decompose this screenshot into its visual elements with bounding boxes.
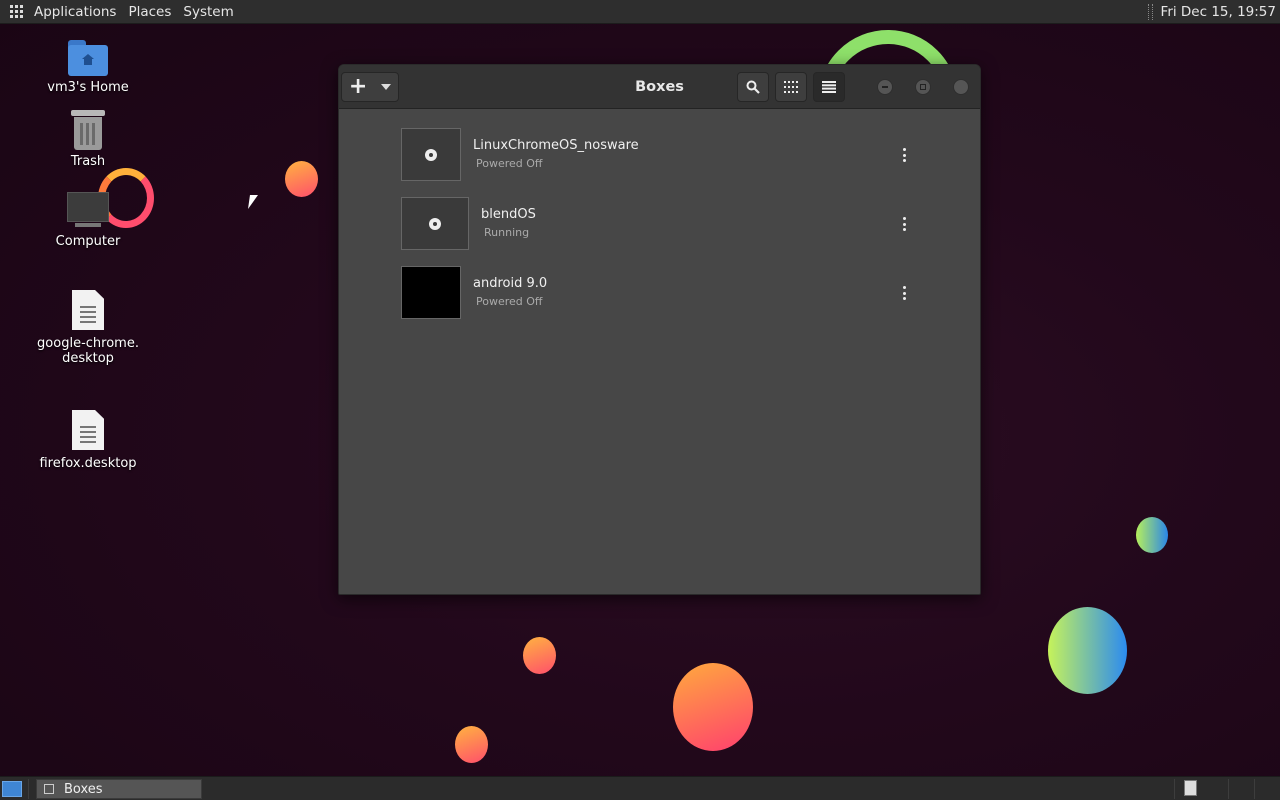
vm-list-item[interactable]: blendOS Running bbox=[401, 197, 921, 251]
vm-list-item[interactable]: LinuxChromeOS_nosware Powered Off bbox=[401, 128, 921, 182]
desktop-icon-firefox-desktop[interactable]: firefox.desktop bbox=[28, 410, 148, 471]
maximize-icon bbox=[920, 84, 926, 90]
clock[interactable]: Fri Dec 15, 19:57 bbox=[1161, 4, 1280, 20]
vm-state: Running bbox=[484, 226, 530, 239]
search-icon bbox=[746, 80, 760, 94]
desktop-icon-label: Trash bbox=[70, 154, 106, 169]
vm-menu-button[interactable] bbox=[900, 284, 908, 302]
desktop-icon-home[interactable]: vm3's Home bbox=[28, 40, 148, 95]
headerbar: + Boxes bbox=[339, 65, 980, 109]
vm-list: LinuxChromeOS_nosware Powered Off blendO… bbox=[339, 109, 980, 594]
taskbar-item-boxes[interactable]: Boxes bbox=[36, 779, 202, 799]
desktop-icon-label: desktop bbox=[62, 351, 114, 366]
boxes-app-icon bbox=[44, 784, 54, 794]
wallpaper-bubble bbox=[523, 637, 556, 674]
vm-name: LinuxChromeOS_nosware bbox=[473, 138, 639, 153]
panel-separator bbox=[28, 779, 29, 799]
maximize-button[interactable] bbox=[915, 79, 931, 95]
close-button[interactable] bbox=[953, 79, 969, 95]
search-button[interactable] bbox=[737, 72, 769, 102]
wallpaper-bubble bbox=[285, 161, 318, 197]
grid-view-button[interactable] bbox=[775, 72, 807, 102]
menu-places[interactable]: Places bbox=[122, 0, 177, 24]
vm-name: blendOS bbox=[481, 207, 536, 222]
top-panel-right: Fri Dec 15, 19:57 bbox=[1147, 0, 1280, 24]
workspace-switcher[interactable] bbox=[1184, 780, 1197, 796]
vm-thumbnail[interactable] bbox=[401, 128, 461, 181]
list-icon bbox=[822, 81, 836, 93]
bottom-panel: Boxes bbox=[0, 776, 1280, 800]
vm-state: Powered Off bbox=[476, 157, 543, 170]
taskbar-item-label: Boxes bbox=[64, 781, 103, 797]
menu-system[interactable]: System bbox=[177, 0, 239, 24]
desktop-icon-label: firefox.desktop bbox=[39, 456, 137, 471]
panel-handle-icon[interactable] bbox=[1147, 4, 1153, 20]
boxes-window: + Boxes LinuxChromeOS_nosware Powered Of… bbox=[338, 64, 981, 595]
show-desktop-button[interactable] bbox=[2, 781, 22, 797]
desktop-icon-label: vm3's Home bbox=[47, 80, 129, 95]
vm-name: android 9.0 bbox=[473, 276, 548, 291]
vm-list-item[interactable]: android 9.0 Powered Off bbox=[401, 266, 921, 320]
panel-separator bbox=[1254, 779, 1255, 799]
vm-thumbnail[interactable] bbox=[401, 197, 469, 250]
plus-icon: + bbox=[348, 74, 368, 99]
wallpaper-bubble bbox=[455, 726, 488, 763]
list-view-button[interactable] bbox=[813, 72, 845, 102]
desktop-icon-computer[interactable]: Computer bbox=[28, 192, 148, 249]
vm-menu-button[interactable] bbox=[900, 215, 908, 233]
wallpaper-bubble bbox=[1048, 607, 1127, 694]
desktop-icon-label: google-chrome. bbox=[37, 336, 139, 351]
disc-icon bbox=[425, 148, 437, 161]
menu-applications[interactable]: Applications bbox=[28, 0, 122, 24]
desktop-icon-trash[interactable]: Trash bbox=[28, 110, 148, 169]
panel-separator bbox=[1174, 779, 1175, 799]
desktop-icon-google-chrome-desktop[interactable]: google-chrome. desktop bbox=[28, 290, 148, 366]
desktop-icon-label: Computer bbox=[55, 234, 121, 249]
vm-menu-button[interactable] bbox=[900, 146, 908, 164]
computer-icon bbox=[67, 192, 109, 228]
minimize-button[interactable] bbox=[877, 79, 893, 95]
grid-icon bbox=[784, 81, 798, 93]
minimize-icon bbox=[882, 86, 888, 88]
wallpaper-bubble bbox=[673, 663, 753, 751]
panel-separator bbox=[1228, 779, 1229, 799]
wallpaper-bubble bbox=[1136, 517, 1168, 553]
applications-grid-icon[interactable] bbox=[10, 4, 24, 19]
text-file-icon bbox=[72, 290, 104, 330]
new-vm-button[interactable]: + bbox=[341, 72, 399, 102]
vm-state: Powered Off bbox=[476, 295, 543, 308]
folder-home-icon bbox=[68, 40, 108, 76]
vm-thumbnail[interactable] bbox=[401, 266, 461, 319]
mouse-pointer-icon bbox=[248, 195, 258, 209]
text-file-icon bbox=[72, 410, 104, 450]
trash-icon bbox=[71, 110, 105, 150]
top-panel: Applications Places System Fri Dec 15, 1… bbox=[0, 0, 1280, 24]
chevron-down-icon bbox=[381, 84, 392, 90]
disc-icon bbox=[429, 217, 441, 230]
